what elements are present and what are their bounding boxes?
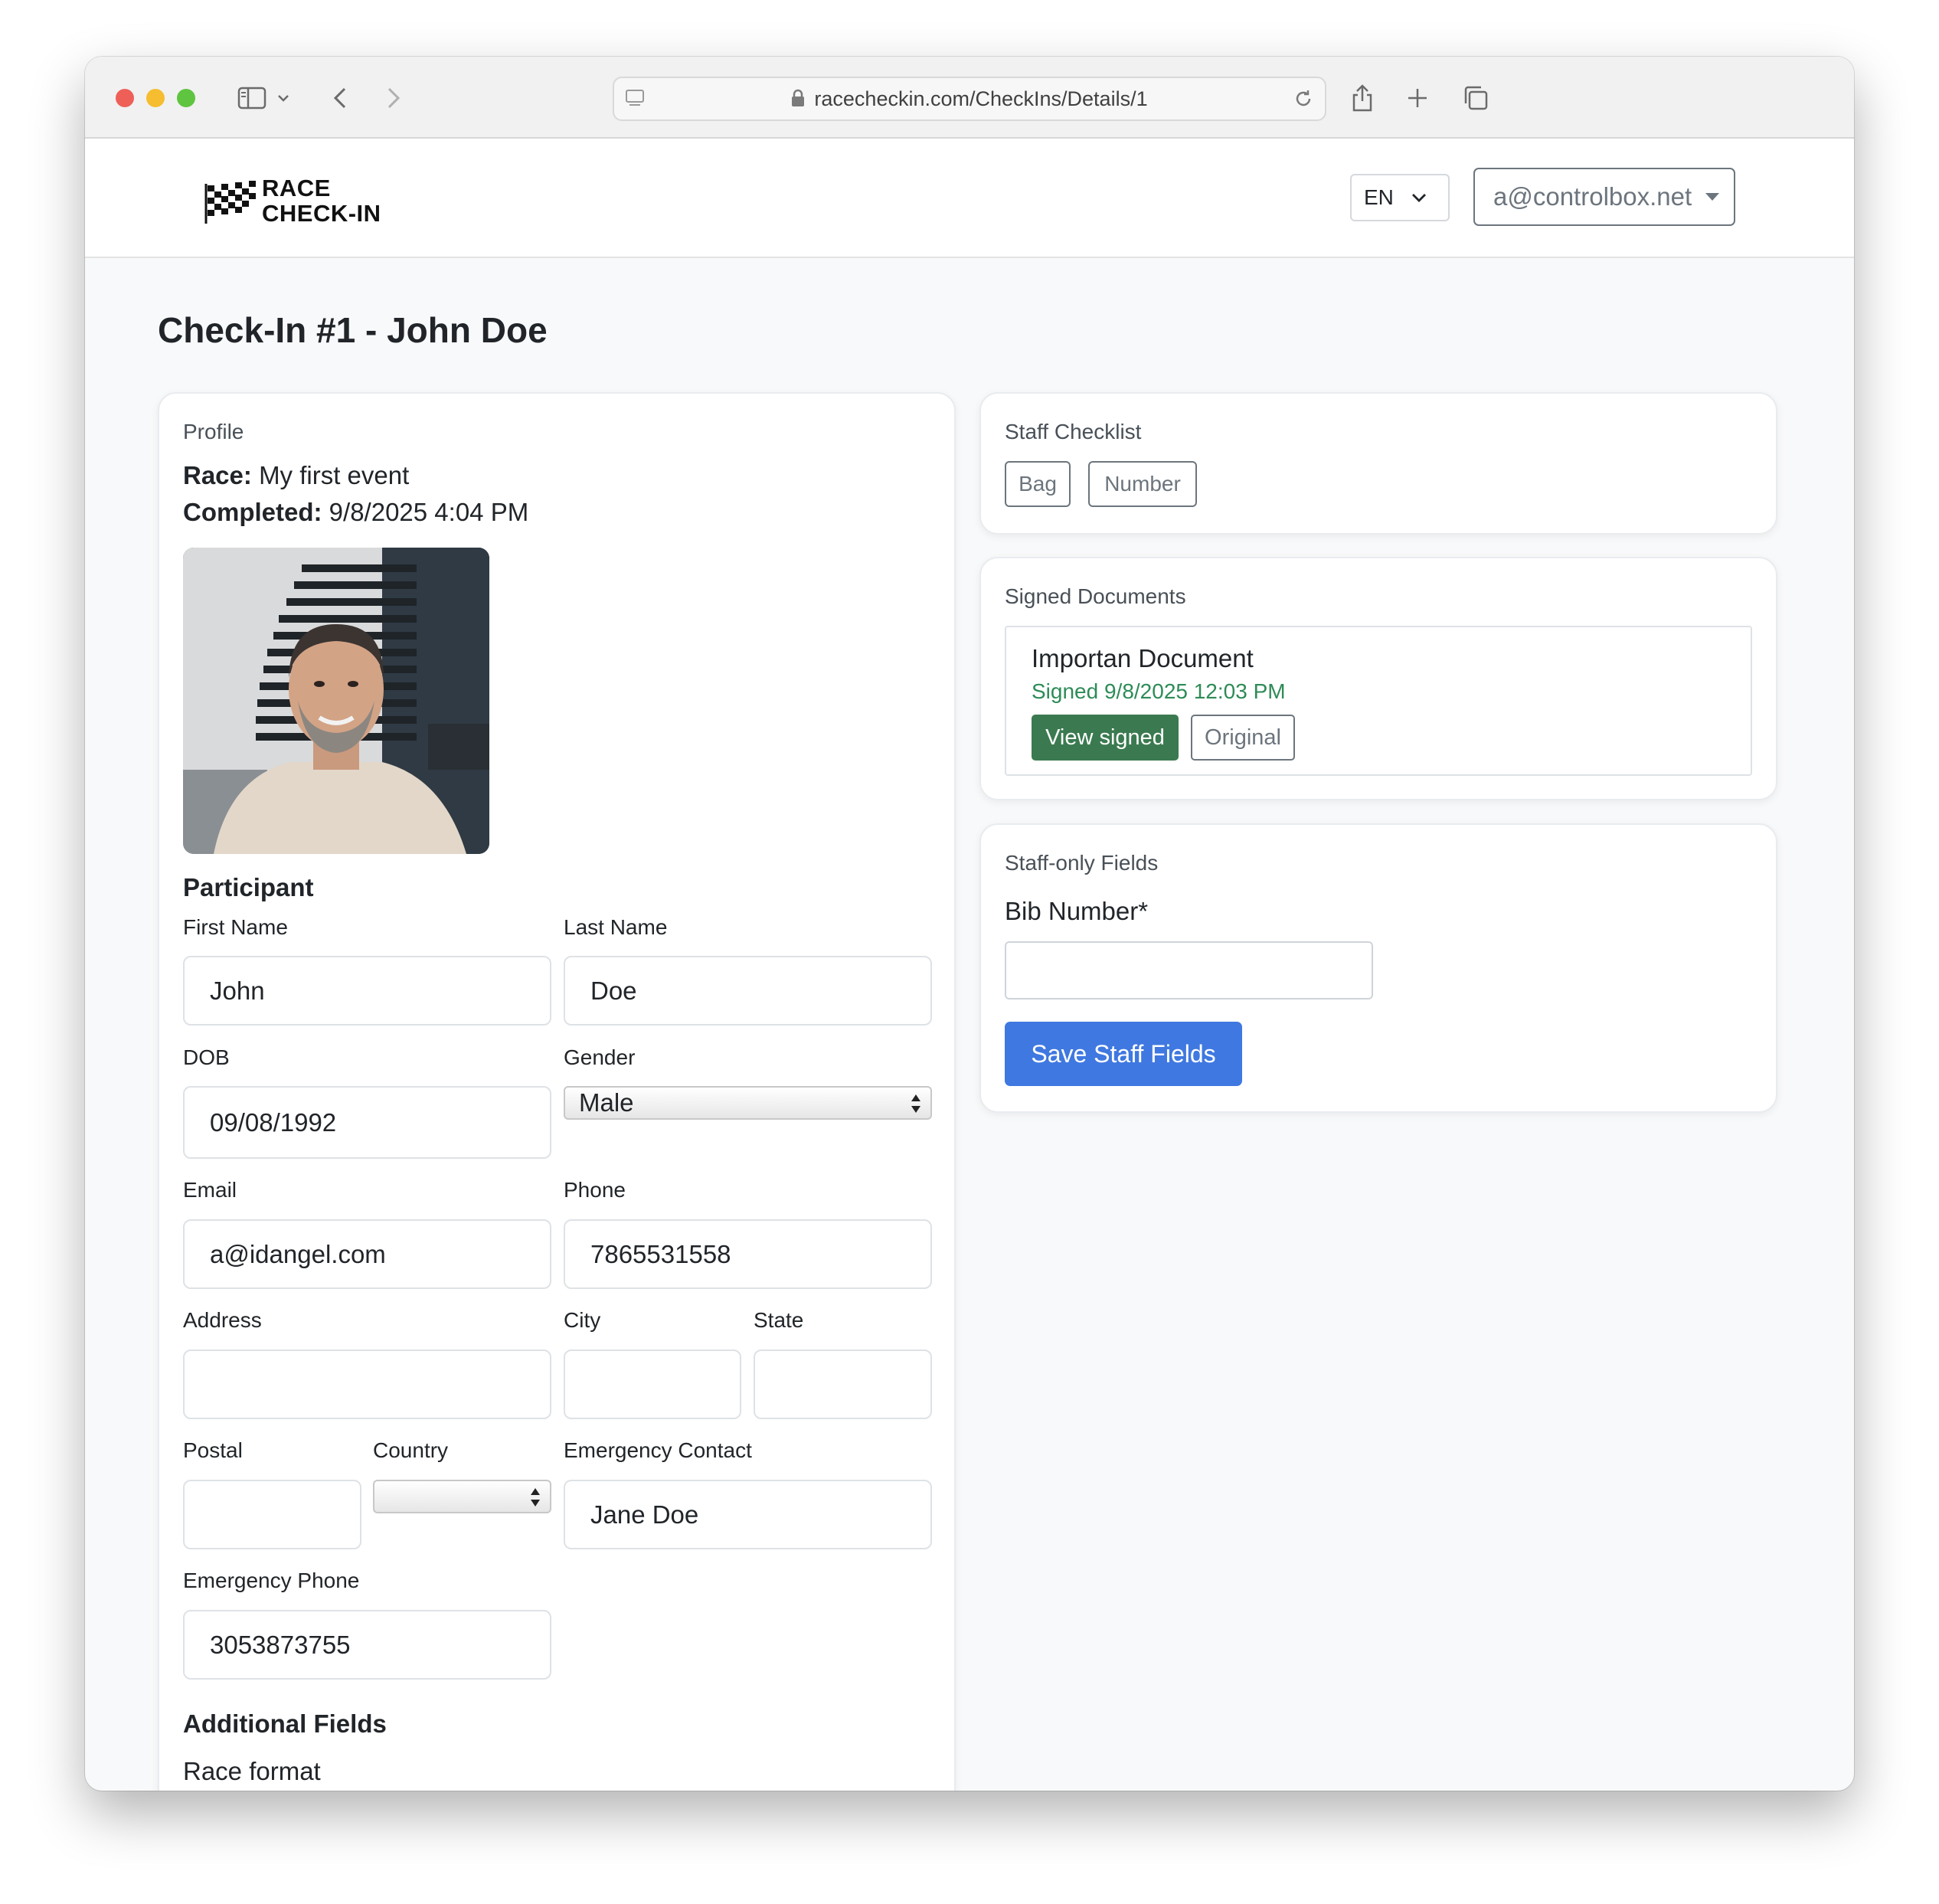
new-tab-icon[interactable] [1404, 78, 1431, 118]
race-value: My first event [259, 461, 410, 489]
completed-label: Completed: [183, 498, 322, 526]
last-name-input[interactable]: Doe [564, 956, 932, 1026]
first-name-label: First Name [183, 915, 288, 939]
email-label: Email [183, 1178, 237, 1202]
participant-photo [183, 548, 489, 854]
race-format-label: Race format [183, 1757, 321, 1785]
chevron-down-icon [1411, 194, 1426, 202]
phone-label: Phone [564, 1178, 626, 1202]
select-arrows-icon [911, 1094, 920, 1113]
bib-number-label: Bib Number* [1005, 897, 1149, 925]
completed-value: 9/8/2025 4:04 PM [329, 498, 529, 526]
document-signed-status: Signed 9/8/2025 12:03 PM [1032, 679, 1286, 703]
country-label: Country [373, 1438, 449, 1462]
select-arrows-icon [531, 1488, 540, 1507]
sidebar-toggle-icon[interactable] [235, 78, 269, 118]
browser-toolbar: racecheckin.com/CheckIns/Details/1 [85, 57, 1854, 139]
profile-card: Profile Race: My first event Completed: … [158, 392, 956, 1791]
profile-card-label: Profile [183, 420, 244, 443]
postal-input[interactable] [183, 1480, 361, 1549]
staff-fields-label: Staff-only Fields [1005, 851, 1159, 875]
last-name-label: Last Name [564, 915, 668, 939]
completed-info: Completed: 9/8/2025 4:04 PM [183, 498, 528, 527]
first-name-input[interactable]: John [183, 956, 551, 1026]
forward-arrow-icon[interactable] [382, 78, 405, 118]
tab-overview-icon[interactable] [1460, 78, 1491, 118]
bib-number-input[interactable] [1005, 941, 1373, 999]
emergency-contact-input[interactable]: Jane Doe [564, 1480, 932, 1549]
view-signed-button[interactable]: View signed [1032, 715, 1179, 761]
staff-fields-card: Staff-only Fields Bib Number* Save Staff… [979, 823, 1777, 1113]
chevron-down-icon[interactable] [275, 78, 292, 118]
participant-heading: Participant [183, 873, 314, 901]
zoom-window-button[interactable] [177, 89, 195, 107]
country-select[interactable] [373, 1480, 551, 1513]
share-icon[interactable] [1349, 78, 1376, 118]
logo-text-race: RACE [262, 175, 331, 201]
email-input[interactable]: a@idangel.com [183, 1219, 551, 1289]
document-title: Importan Document [1032, 644, 1254, 672]
address-label: Address [183, 1308, 262, 1332]
city-input[interactable] [564, 1349, 741, 1419]
emergency-phone-input[interactable]: 3053873755 [183, 1610, 551, 1680]
browser-window: racecheckin.com/CheckIns/Details/1 RACE … [85, 57, 1854, 1791]
emergency-contact-label: Emergency Contact [564, 1438, 752, 1462]
minimize-window-button[interactable] [146, 89, 165, 107]
reload-icon[interactable] [1293, 88, 1314, 113]
checkered-flag-icon [204, 181, 256, 224]
dob-input[interactable]: 09/08/1992 [183, 1086, 551, 1159]
language-value: EN [1364, 185, 1394, 209]
page-title: Check-In #1 - John Doe [158, 310, 548, 350]
race-info: Race: My first event [183, 461, 409, 490]
dob-label: DOB [183, 1045, 230, 1069]
checklist-number-toggle[interactable]: Number [1088, 461, 1197, 507]
caret-down-icon [1705, 193, 1720, 201]
logo-text-checkin: CHECK-IN [262, 200, 381, 227]
gender-label: Gender [564, 1045, 636, 1069]
language-select[interactable]: EN [1350, 174, 1450, 221]
close-window-button[interactable] [116, 89, 134, 107]
address-bar[interactable]: racecheckin.com/CheckIns/Details/1 [613, 77, 1326, 121]
original-document-button[interactable]: Original [1191, 715, 1295, 761]
address-input[interactable] [183, 1349, 551, 1419]
additional-fields-heading: Additional Fields [183, 1709, 387, 1738]
save-staff-fields-button[interactable]: Save Staff Fields [1005, 1022, 1242, 1086]
city-label: City [564, 1308, 601, 1332]
user-email: a@controlbox.net [1493, 182, 1692, 211]
signed-documents-card: Signed Documents Importan Document Signe… [979, 557, 1777, 800]
phone-input[interactable]: 7865531558 [564, 1219, 932, 1289]
postal-label: Postal [183, 1438, 243, 1462]
lock-icon [791, 80, 805, 121]
staff-checklist-card: Staff Checklist Bag Number [979, 392, 1777, 535]
state-input[interactable] [754, 1349, 932, 1419]
race-label: Race: [183, 461, 252, 489]
state-label: State [754, 1308, 804, 1332]
brand-logo[interactable]: RACE CHECK-IN [204, 175, 381, 226]
signed-documents-label: Signed Documents [1005, 584, 1186, 608]
gender-select[interactable]: Male [564, 1086, 932, 1120]
staff-checklist-label: Staff Checklist [1005, 420, 1142, 443]
emergency-phone-label: Emergency Phone [183, 1569, 360, 1592]
back-arrow-icon[interactable] [329, 78, 352, 118]
url-text: racecheckin.com/CheckIns/Details/1 [814, 87, 1148, 110]
checklist-bag-toggle[interactable]: Bag [1005, 461, 1071, 507]
user-menu-button[interactable]: a@controlbox.net [1473, 168, 1735, 226]
gender-value: Male [579, 1088, 634, 1117]
top-navbar: RACE CHECK-IN EN a@controlbox.net [85, 139, 1854, 258]
document-item: Importan Document Signed 9/8/2025 12:03 … [1005, 626, 1752, 776]
